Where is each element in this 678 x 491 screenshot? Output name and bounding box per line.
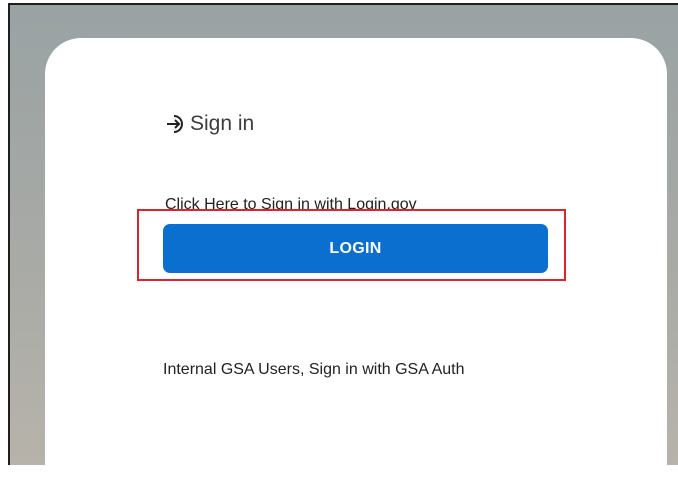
sign-in-arrow-icon <box>165 113 187 135</box>
login-button[interactable]: LOGIN <box>163 224 548 273</box>
signin-heading: Sign in <box>165 112 254 136</box>
login-gov-caption: Click Here to Sign in with Login.gov <box>165 196 417 209</box>
gsa-auth-link[interactable]: Internal GSA Users, Sign in with GSA Aut… <box>163 352 523 388</box>
signin-heading-label: Sign in <box>190 112 255 135</box>
